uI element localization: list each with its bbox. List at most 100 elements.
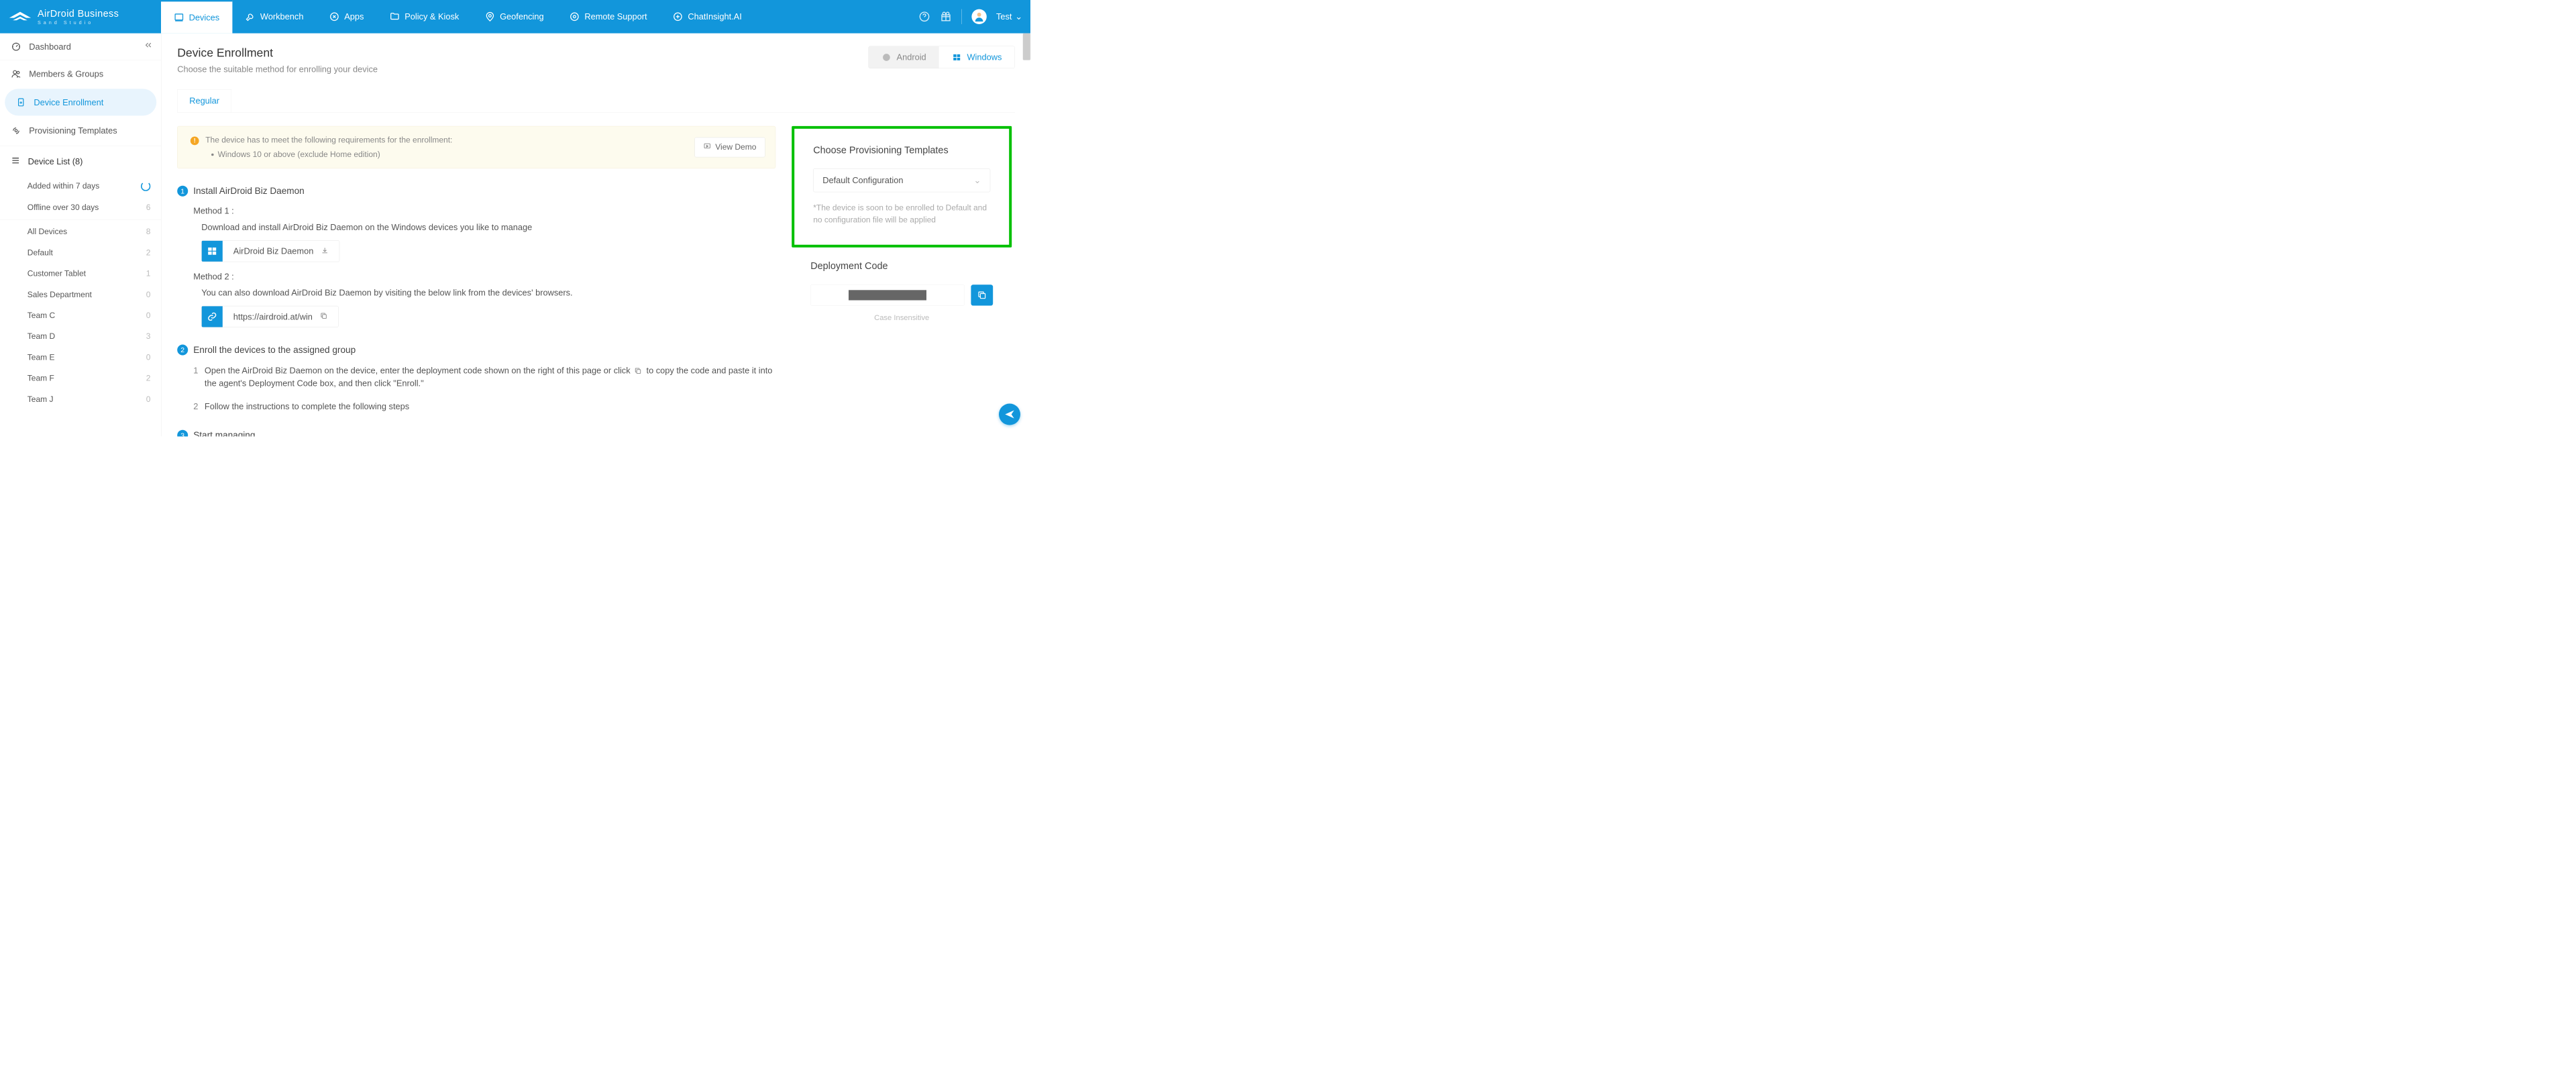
method-1-label: Method 1 : bbox=[193, 206, 775, 216]
user-avatar[interactable] bbox=[971, 9, 986, 24]
list-label: Default bbox=[28, 248, 53, 258]
scrollbar[interactable] bbox=[1023, 34, 1030, 60]
device-list-item[interactable]: All Devices 8 bbox=[0, 221, 161, 242]
os-windows-button[interactable]: Windows bbox=[939, 46, 1015, 68]
count: 1 bbox=[146, 269, 151, 278]
page-title: Device Enrollment bbox=[177, 46, 378, 60]
device-list-item[interactable]: Team D 3 bbox=[0, 326, 161, 347]
loading-icon bbox=[141, 181, 150, 191]
device-list-item[interactable]: Team E0 bbox=[0, 347, 161, 368]
nav-devices[interactable]: Devices bbox=[161, 0, 232, 34]
os-label: Windows bbox=[967, 52, 1002, 62]
sidebar-label: Device List (8) bbox=[28, 156, 83, 166]
os-label: Android bbox=[896, 52, 926, 62]
windows-icon bbox=[201, 241, 222, 262]
step-3-header: 3 Start managing bbox=[177, 430, 775, 437]
device-list-item[interactable]: Default2 bbox=[0, 242, 161, 263]
copy-icon[interactable] bbox=[320, 312, 327, 322]
nav-geofencing[interactable]: Geofencing bbox=[472, 0, 557, 34]
list-label: Offline over 30 days bbox=[28, 203, 99, 212]
nav-apps[interactable]: Apps bbox=[317, 0, 377, 34]
step-number: 1 bbox=[177, 186, 188, 197]
instruction-number: 2 bbox=[193, 400, 198, 413]
sidebar-label: Dashboard bbox=[29, 42, 71, 52]
list-label: Team D bbox=[28, 332, 55, 342]
support-icon bbox=[570, 11, 580, 21]
count: 3 bbox=[146, 332, 151, 342]
instruction-2: 2 Follow the instructions to complete the… bbox=[193, 400, 775, 413]
nav-chatinsight[interactable]: ChatInsight.AI bbox=[660, 0, 755, 34]
download-label: AirDroid Biz Daemon bbox=[233, 246, 314, 256]
nav-workbench[interactable]: Workbench bbox=[232, 0, 316, 34]
step-number: 3 bbox=[177, 430, 188, 437]
instruction-text: Open the AirDroid Biz Daemon on the devi… bbox=[205, 366, 633, 375]
step-number: 2 bbox=[177, 345, 188, 356]
collapse-sidebar-icon[interactable] bbox=[143, 40, 154, 50]
step-2-header: 2Enroll the devices to the assigned grou… bbox=[177, 345, 775, 356]
play-icon bbox=[703, 142, 710, 152]
step-title: Start managing bbox=[193, 430, 255, 436]
count: 0 bbox=[146, 311, 151, 321]
button-label: View Demo bbox=[715, 143, 756, 152]
nav-label: ChatInsight.AI bbox=[688, 11, 741, 21]
device-list-item[interactable]: Team J0 bbox=[0, 389, 161, 410]
provisioning-icon bbox=[11, 125, 21, 136]
download-daemon-button[interactable]: AirDroid Biz Daemon bbox=[201, 240, 339, 262]
chat-icon bbox=[673, 11, 683, 21]
template-select[interactable]: Default Configuration⌄ bbox=[813, 168, 990, 192]
os-android-button[interactable]: Android bbox=[869, 46, 939, 68]
download-url: https://airdroid.at/win bbox=[233, 312, 313, 322]
brand-name: AirDroid Business bbox=[38, 8, 119, 19]
folder-icon bbox=[390, 11, 400, 21]
tab-regular[interactable]: Regular bbox=[177, 89, 231, 112]
device-list-item[interactable]: Team F2 bbox=[0, 368, 161, 388]
tabs: Regular bbox=[177, 89, 1015, 113]
count: 0 bbox=[146, 290, 151, 299]
instruction-number: 1 bbox=[193, 364, 198, 389]
sidebar-device-list[interactable]: Device List (8) bbox=[0, 148, 161, 176]
panel-title: Deployment Code bbox=[810, 260, 993, 272]
sidebar-provisioning[interactable]: Provisioning Templates bbox=[0, 117, 161, 144]
download-link-box[interactable]: https://airdroid.at/win bbox=[201, 306, 339, 327]
sidebar-label: Device Enrollment bbox=[34, 97, 103, 107]
sidebar-members[interactable]: Members & Groups bbox=[0, 60, 161, 87]
instruction-1: 1 Open the AirDroid Biz Daemon on the dev… bbox=[193, 364, 775, 389]
requirements-notice: ! The device has to meet the following r… bbox=[177, 126, 775, 168]
help-icon[interactable] bbox=[918, 11, 930, 23]
gift-icon[interactable] bbox=[940, 11, 952, 23]
device-list-item[interactable]: Team C0 bbox=[0, 305, 161, 326]
nav-label: Workbench bbox=[260, 11, 304, 21]
instruction-text: Follow the instructions to complete the … bbox=[205, 400, 409, 413]
device-list-item[interactable]: Offline over 30 days6 bbox=[0, 197, 161, 218]
link-icon bbox=[201, 306, 222, 327]
sidebar-dashboard[interactable]: Dashboard bbox=[0, 34, 161, 60]
copy-code-button[interactable] bbox=[971, 284, 993, 305]
logo-icon bbox=[8, 7, 32, 26]
nav-remote-support[interactable]: Remote Support bbox=[557, 0, 660, 34]
panel-title: Choose Provisioning Templates bbox=[813, 144, 990, 156]
android-icon bbox=[881, 52, 891, 62]
members-icon bbox=[11, 68, 21, 79]
count: 0 bbox=[146, 353, 151, 362]
device-list-item[interactable]: Customer Tablet 1 bbox=[0, 263, 161, 284]
brand-logo[interactable]: AirDroid Business Sand Studio bbox=[8, 7, 161, 26]
windows-icon bbox=[952, 52, 961, 62]
device-list-item[interactable]: Sales Department 0 bbox=[0, 284, 161, 305]
apps-icon bbox=[329, 11, 339, 21]
list-label: Customer Tablet bbox=[28, 269, 86, 278]
sidebar-label: Provisioning Templates bbox=[29, 125, 117, 136]
count: 0 bbox=[146, 395, 151, 404]
list-icon bbox=[11, 156, 20, 168]
device-list-item[interactable]: Added within 7 days bbox=[0, 176, 161, 197]
requirement-item: Windows 10 or above (exclude Home editio… bbox=[217, 150, 452, 160]
warning-icon: ! bbox=[191, 137, 199, 146]
view-demo-button[interactable]: View Demo bbox=[694, 138, 765, 158]
count: 8 bbox=[146, 227, 151, 237]
list-label: All Devices bbox=[28, 227, 67, 237]
count: 2 bbox=[146, 374, 151, 383]
sidebar-device-enrollment[interactable]: Device Enrollment bbox=[5, 89, 156, 115]
nav-policy[interactable]: Policy & Kiosk bbox=[377, 0, 472, 34]
fab-send-button[interactable] bbox=[999, 404, 1020, 425]
user-menu[interactable]: Test⌄ bbox=[996, 11, 1022, 21]
list-label: Sales Department bbox=[28, 290, 92, 299]
